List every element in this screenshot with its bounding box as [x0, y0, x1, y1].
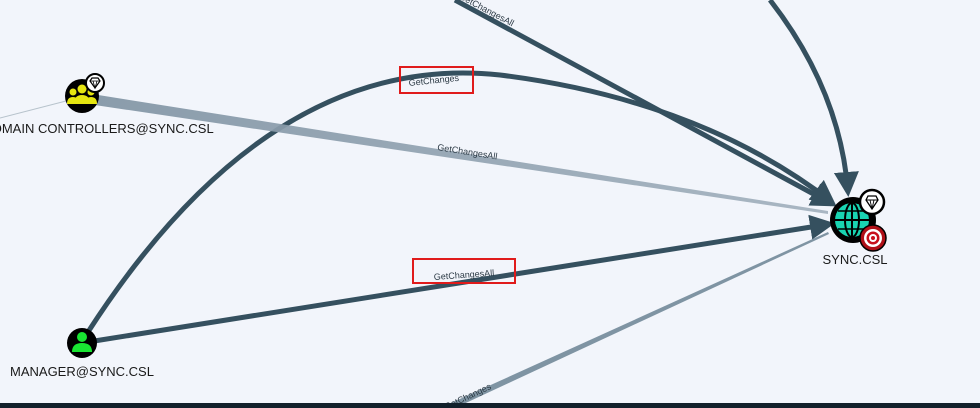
node-sync[interactable] [830, 188, 887, 252]
edge-top-getchangesall[interactable] [453, 0, 837, 207]
bottom-bar [0, 403, 980, 408]
edge-label-top-getchangesall: GetChangesAll [458, 0, 516, 28]
node-label-domain-controllers: DOMAIN CONTROLLERS@SYNC.CSL [0, 121, 214, 136]
edge-top-right-curve[interactable] [768, 0, 859, 197]
node-manager[interactable] [67, 328, 97, 358]
gem-icon [85, 73, 105, 93]
graph-canvas[interactable]: GetChangesAll GetChanges GetChangesAll G… [0, 0, 980, 408]
target-icon [859, 224, 887, 252]
edge-offscreen-to-dc [0, 100, 67, 119]
node-label-sync: SYNC.CSL [822, 252, 887, 267]
gem-icon [858, 188, 886, 216]
node-label-manager: MANAGER@SYNC.CSL [10, 364, 154, 379]
node-domain-controllers[interactable] [65, 73, 105, 113]
